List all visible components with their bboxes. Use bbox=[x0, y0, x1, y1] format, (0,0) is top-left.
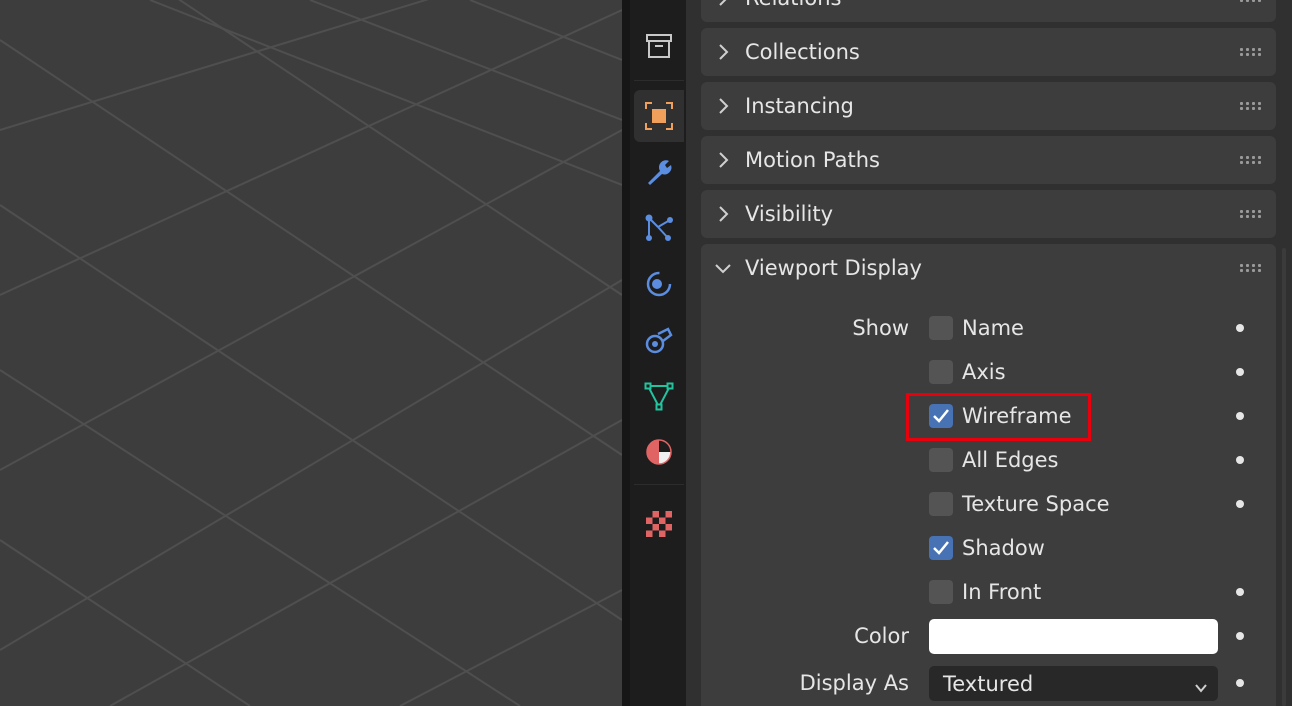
viewport-floor-grid bbox=[0, 0, 622, 706]
chevron-right-icon bbox=[701, 27, 745, 77]
in-front-checkbox-label[interactable]: In Front bbox=[962, 570, 1041, 614]
panel-title: Instancing bbox=[745, 94, 854, 118]
properties-tab-bar bbox=[630, 0, 686, 706]
name-checkbox-label[interactable]: Name bbox=[962, 306, 1024, 350]
all-edges-checkbox-label[interactable]: All Edges bbox=[962, 438, 1059, 482]
all-edges-checkbox[interactable] bbox=[929, 448, 953, 472]
drag-handle-icon[interactable] bbox=[1240, 210, 1262, 220]
panel-title: Viewport Display bbox=[745, 256, 922, 280]
display-as-label: Display As bbox=[799, 671, 909, 695]
chevron-down-icon bbox=[701, 243, 745, 293]
display-as-dropdown[interactable]: Textured bbox=[929, 666, 1218, 701]
collection-icon[interactable] bbox=[634, 20, 684, 72]
panel-title: Visibility bbox=[745, 202, 834, 226]
drag-handle-icon[interactable] bbox=[1240, 48, 1262, 58]
area-divider[interactable] bbox=[622, 0, 630, 706]
show-in-front-row: In Front bbox=[701, 570, 1276, 614]
chevron-right-icon bbox=[701, 81, 745, 131]
shadow-checkbox[interactable] bbox=[929, 536, 953, 560]
checkmark-icon bbox=[933, 541, 949, 555]
display-as-row: Display As Textured bbox=[701, 664, 1276, 706]
chevron-right-icon bbox=[701, 189, 745, 239]
chevron-down-icon bbox=[1194, 676, 1208, 700]
show-shadow-row: Shadow bbox=[701, 526, 1276, 570]
drag-handle-icon[interactable] bbox=[1240, 264, 1262, 274]
object-data-mesh-icon[interactable] bbox=[634, 370, 684, 422]
animate-property-dot[interactable] bbox=[1236, 588, 1244, 596]
panel-title: Motion Paths bbox=[745, 148, 880, 172]
color-swatch-field[interactable] bbox=[929, 619, 1218, 654]
particles-icon[interactable] bbox=[634, 202, 684, 254]
color-row: Color bbox=[701, 614, 1276, 658]
physics-icon[interactable] bbox=[634, 258, 684, 310]
in-front-checkbox[interactable] bbox=[929, 580, 953, 604]
texture-space-checkbox-label[interactable]: Texture Space bbox=[962, 482, 1110, 526]
wireframe-highlight-annotation bbox=[906, 393, 1091, 441]
drag-handle-icon[interactable] bbox=[1240, 102, 1262, 112]
axis-checkbox[interactable] bbox=[929, 360, 953, 384]
panel-motion-paths[interactable]: Motion Paths bbox=[701, 136, 1276, 184]
show-label: Show bbox=[852, 316, 909, 340]
texture-space-checkbox[interactable] bbox=[929, 492, 953, 516]
show-axis-row: Axis bbox=[701, 350, 1276, 394]
animate-property-dot[interactable] bbox=[1236, 368, 1244, 376]
panel-relations[interactable]: Relations bbox=[701, 0, 1276, 22]
3d-viewport[interactable] bbox=[0, 0, 622, 706]
properties-scrollbar[interactable] bbox=[1282, 248, 1286, 706]
animate-property-dot[interactable] bbox=[1236, 500, 1244, 508]
panel-instancing[interactable]: Instancing bbox=[701, 82, 1276, 130]
animate-property-dot[interactable] bbox=[1236, 632, 1244, 640]
display-as-value: Textured bbox=[943, 671, 1034, 696]
show-all-edges-row: All Edges bbox=[701, 438, 1276, 482]
chevron-right-icon bbox=[701, 0, 745, 23]
show-name-row: Show Name bbox=[701, 306, 1276, 350]
panel-visibility[interactable]: Visibility bbox=[701, 190, 1276, 238]
constraints-icon[interactable] bbox=[634, 314, 684, 366]
animate-property-dot[interactable] bbox=[1236, 456, 1244, 464]
panel-viewport-display: Viewport Display Show Name Axis Wirefram… bbox=[701, 244, 1276, 706]
modifier-wrench-icon[interactable] bbox=[634, 146, 684, 198]
panel-title: Relations bbox=[745, 0, 841, 10]
animate-property-dot[interactable] bbox=[1236, 412, 1244, 420]
show-texture-space-row: Texture Space bbox=[701, 482, 1276, 526]
chevron-right-icon bbox=[701, 135, 745, 185]
object-icon[interactable] bbox=[634, 90, 684, 142]
axis-checkbox-label[interactable]: Axis bbox=[962, 350, 1006, 394]
material-icon[interactable] bbox=[634, 426, 684, 478]
color-label: Color bbox=[854, 624, 909, 648]
animate-property-dot[interactable] bbox=[1236, 679, 1244, 687]
panel-header[interactable]: Viewport Display bbox=[701, 244, 1276, 292]
shadow-checkbox-label[interactable]: Shadow bbox=[962, 526, 1045, 570]
texture-icon[interactable] bbox=[634, 498, 684, 550]
name-checkbox[interactable] bbox=[929, 316, 953, 340]
panel-title: Collections bbox=[745, 40, 860, 64]
drag-handle-icon[interactable] bbox=[1240, 0, 1262, 4]
properties-editor: Relations Collections Instancing Motion … bbox=[686, 0, 1292, 706]
drag-handle-icon[interactable] bbox=[1240, 156, 1262, 166]
panel-collections[interactable]: Collections bbox=[701, 28, 1276, 76]
animate-property-dot[interactable] bbox=[1236, 324, 1244, 332]
